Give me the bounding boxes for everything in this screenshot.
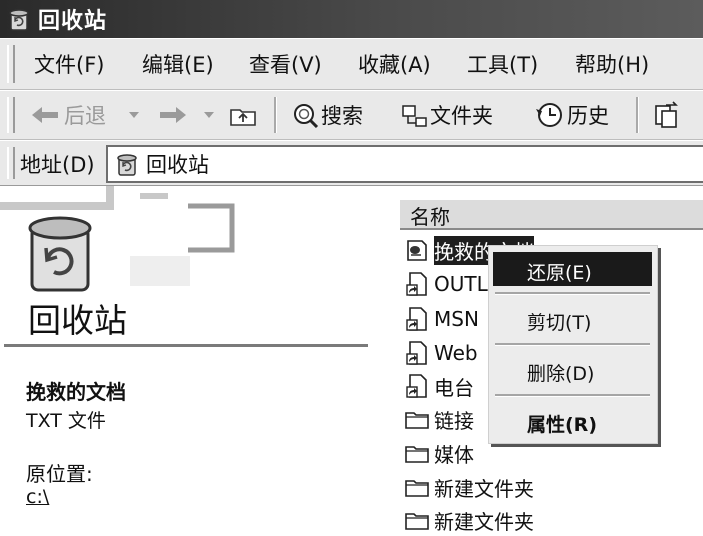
window-title: 回收站 (38, 9, 108, 34)
menubar-grip[interactable] (7, 45, 15, 83)
menu-item-label: 属性(R) (527, 414, 597, 436)
folders-button[interactable]: 文件夹 (400, 99, 493, 131)
list-item[interactable]: 新建文件夹 (404, 471, 534, 503)
recycle-bin-icon (114, 151, 140, 177)
menu-help[interactable]: 帮助(H) (575, 49, 649, 79)
up-folder-icon (230, 109, 256, 126)
folders-icon (402, 105, 427, 127)
menu-separator (495, 343, 650, 346)
folders-label: 文件夹 (430, 104, 493, 128)
menu-separator (495, 394, 650, 397)
history-button[interactable]: 历史 (533, 99, 609, 131)
original-location-label: 原位置: (26, 462, 93, 486)
info-panel: 回收站 挽救的文档 TXT 文件 原位置: c:\ (0, 186, 400, 528)
list-item-label: Web (434, 341, 478, 365)
selected-item-type: TXT 文件 (26, 410, 106, 432)
history-icon (536, 103, 562, 127)
panel-divider (4, 344, 368, 347)
history-label: 历史 (567, 104, 609, 128)
list-item-label: 链接 (434, 408, 474, 433)
menu-item-label: 删除(D) (527, 363, 595, 385)
menu-item-label: 还原(E) (527, 262, 592, 284)
menu-bar: 文件(F) 编辑(E) 查看(V) 收藏(A) 工具(T) 帮助(H) (0, 38, 703, 91)
back-button[interactable]: 后退 (30, 99, 106, 131)
panel-title: 回收站 (28, 301, 127, 340)
menu-item-properties[interactable]: 属性(R) (493, 404, 652, 438)
move-to-button[interactable] (652, 99, 682, 131)
back-label: 后退 (64, 104, 106, 128)
menu-item-delete[interactable]: 删除(D) (493, 353, 652, 387)
addressbar-grip[interactable] (7, 147, 15, 179)
list-item-label: 新建文件夹 (434, 509, 534, 534)
folder-icon (404, 474, 430, 500)
menu-item-restore[interactable]: 还原(E) (493, 252, 652, 286)
address-input[interactable]: 回收站 (106, 145, 703, 183)
column-header-label: 名称 (410, 205, 450, 229)
address-label: 地址(D) (20, 153, 95, 177)
list-item[interactable]: 媒体 (404, 437, 474, 469)
dropdown-arrow-icon (204, 112, 214, 118)
list-item[interactable]: MSN (404, 303, 479, 335)
list-item-label: 电台 (434, 375, 474, 400)
menu-favorites[interactable]: 收藏(A) (358, 49, 431, 79)
forward-arrow-icon (160, 107, 186, 123)
original-location-link[interactable]: c:\ (26, 486, 49, 508)
menu-item-cut[interactable]: 剪切(T) (493, 302, 652, 336)
search-icon (294, 104, 319, 129)
folder-icon (404, 406, 430, 432)
search-label: 搜索 (321, 104, 363, 128)
menu-tools[interactable]: 工具(T) (467, 49, 538, 79)
title-bar[interactable]: 回收站 (0, 0, 703, 38)
menu-separator (495, 292, 650, 295)
list-item[interactable]: Web (404, 337, 478, 369)
forward-button[interactable] (158, 99, 188, 131)
address-bar: 地址(D) 回收站 (0, 140, 703, 187)
toolbar-separator (636, 97, 639, 133)
menu-view[interactable]: 查看(V) (249, 49, 322, 79)
list-item-label: 媒体 (434, 442, 474, 467)
toolbar-separator (274, 97, 277, 133)
selected-item-name: 挽救的文档 (26, 380, 126, 404)
recycle-bin-banner (0, 186, 240, 296)
toolbar: 后退 搜索 文件夹 历史 (0, 90, 703, 141)
list-item[interactable]: 链接 (404, 403, 474, 435)
list-item[interactable]: 新建文件夹 (404, 504, 534, 536)
shortcut-icon (404, 271, 430, 297)
back-arrow-icon (32, 107, 58, 123)
forward-dropdown[interactable] (203, 99, 215, 131)
folder-icon (404, 440, 430, 466)
up-folder-button[interactable] (228, 99, 258, 131)
shortcut-icon (404, 340, 430, 366)
search-button[interactable]: 搜索 (291, 99, 363, 131)
column-header-name[interactable]: 名称 (400, 199, 703, 230)
recycle-bin-icon (6, 6, 32, 32)
context-menu: 还原(E) 剪切(T) 删除(D) 属性(R) (488, 245, 658, 444)
move-to-icon (655, 101, 678, 128)
folder-icon (404, 507, 430, 533)
address-value: 回收站 (146, 153, 209, 177)
menu-item-label: 剪切(T) (527, 312, 592, 334)
list-item[interactable]: OUTL (404, 268, 488, 300)
shortcut-icon (404, 306, 430, 332)
menu-file[interactable]: 文件(F) (34, 49, 104, 79)
menu-edit[interactable]: 编辑(E) (142, 49, 214, 79)
dropdown-arrow-icon (129, 112, 139, 118)
toolbar-grip[interactable] (7, 97, 15, 133)
list-item[interactable]: 电台 (404, 370, 474, 402)
list-item-label: OUTL (434, 272, 488, 296)
text-file-icon (404, 237, 430, 263)
list-item-label: 新建文件夹 (434, 476, 534, 501)
list-item-label: MSN (434, 307, 479, 331)
back-dropdown[interactable] (128, 99, 140, 131)
shortcut-icon (404, 373, 430, 399)
